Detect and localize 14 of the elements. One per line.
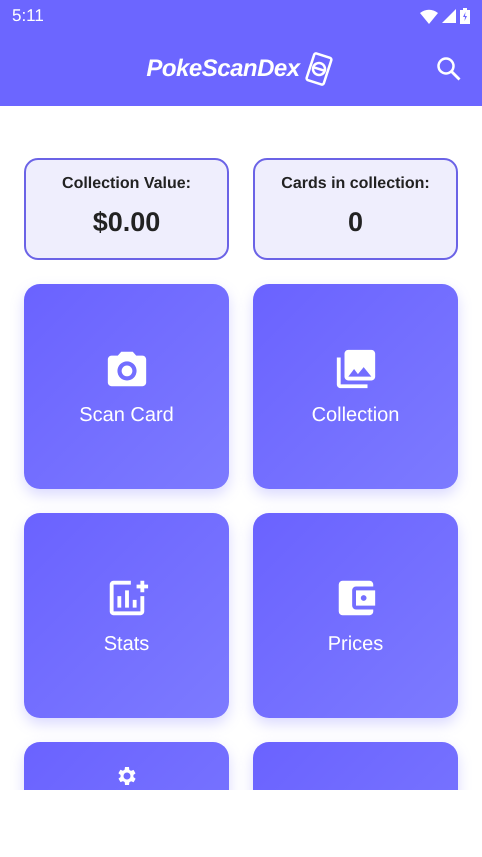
signal-icon xyxy=(442,9,456,23)
wifi-icon xyxy=(420,8,438,24)
search-button[interactable] xyxy=(436,56,462,82)
stat-value: $0.00 xyxy=(92,207,160,238)
menu-tile[interactable]: Stats xyxy=(24,513,229,718)
battery-icon xyxy=(460,8,470,24)
app-title: PokeScanDex xyxy=(146,55,300,83)
stat-label: Collection Value: xyxy=(62,175,191,193)
stat-label: Cards in collection: xyxy=(281,175,430,193)
menu-tile[interactable]: Prices xyxy=(253,513,458,718)
stat-value: 0 xyxy=(348,207,364,238)
status-time: 5:11 xyxy=(12,6,44,26)
menu-tile[interactable]: Scan Card xyxy=(24,284,229,489)
menu-tile[interactable]: Collection xyxy=(253,284,458,489)
